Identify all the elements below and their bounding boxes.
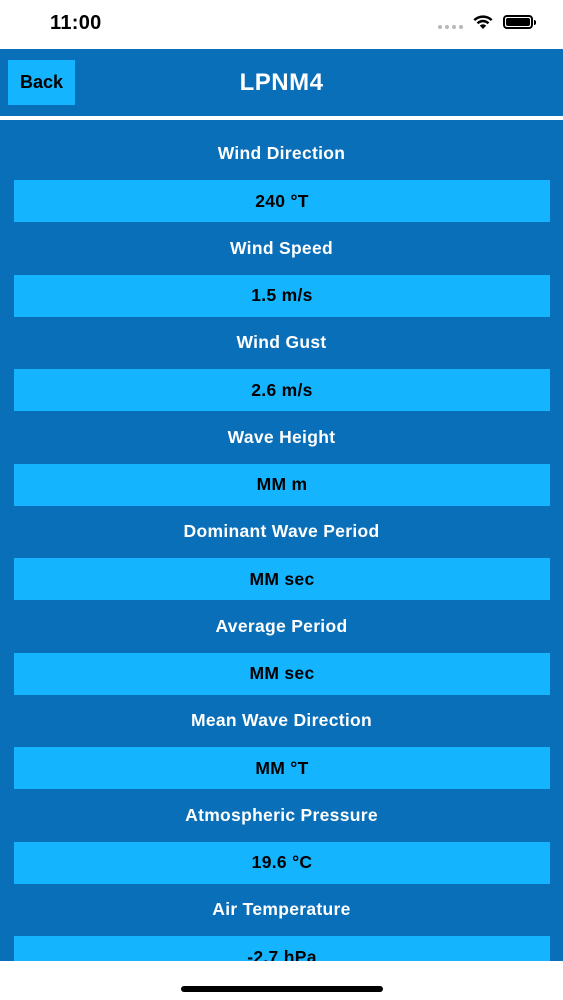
status-bar: 11:00 — [0, 0, 563, 49]
field-wave-height: Wave Height MM m — [0, 404, 563, 506]
field-wind-direction: Wind Direction 240 °T — [0, 120, 563, 222]
field-label: Wind Direction — [217, 143, 346, 163]
field-label: Wind Gust — [236, 332, 327, 352]
navigation-bar: Back LPNM4 — [0, 49, 563, 116]
field-dominant-wave-period: Dominant Wave Period MM sec — [0, 498, 563, 600]
field-label: Mean Wave Direction — [190, 710, 373, 730]
field-mean-wave-direction: Mean Wave Direction MM °T — [0, 687, 563, 789]
field-average-period: Average Period MM sec — [0, 593, 563, 695]
status-time: 11:00 — [50, 12, 102, 34]
field-label: Average Period — [215, 615, 348, 636]
field-label: Air Temperature — [212, 899, 351, 919]
signal-icon — [438, 15, 463, 29]
field-air-temperature: Air Temperature -2.7 hPa — [0, 876, 563, 961]
field-label: Wind Speed — [230, 237, 333, 258]
status-icons — [438, 14, 536, 30]
field-wind-gust: Wind Gust 2.6 m/s — [0, 309, 563, 411]
field-value: -2.7 hPa — [14, 936, 550, 961]
field-wind-speed: Wind Speed 1.5 m/s — [0, 215, 563, 317]
home-indicator[interactable] — [181, 986, 383, 992]
observation-list[interactable]: Wind Direction 240 °T Wind Speed 1.5 m/s… — [0, 120, 563, 961]
page-title: LPNM4 — [239, 69, 324, 96]
field-label: Dominant Wave Period — [183, 521, 380, 541]
wifi-icon — [473, 15, 493, 29]
field-label: Wave Height — [227, 426, 336, 447]
field-label: Atmospheric Pressure — [185, 804, 378, 825]
station-detail-screen: Back LPNM4 Wind Direction 240 °T Wind Sp… — [0, 49, 563, 961]
home-indicator-area — [0, 961, 563, 1000]
battery-icon — [503, 15, 536, 29]
field-atmospheric-pressure: Atmospheric Pressure 19.6 °C — [0, 782, 563, 884]
